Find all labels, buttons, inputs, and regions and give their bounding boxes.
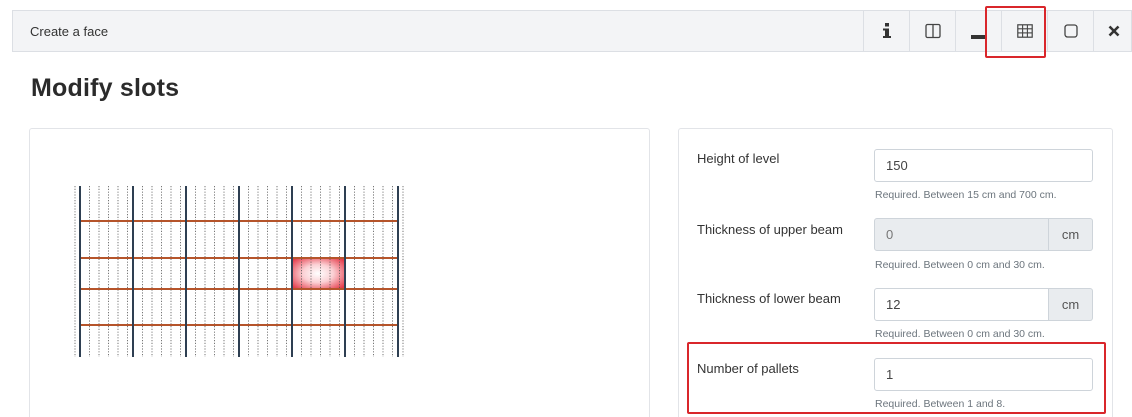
window-header: Create a face bbox=[12, 10, 1132, 52]
window-title: Create a face bbox=[30, 24, 109, 39]
height-of-level-label: Height of level bbox=[697, 151, 780, 166]
lower-beam-input[interactable]: 12 bbox=[874, 288, 1049, 321]
info-icon bbox=[882, 23, 891, 38]
lower-beam-unit: cm bbox=[1049, 288, 1093, 321]
lower-beam-label: Thickness of lower beam bbox=[697, 291, 841, 306]
page-title: Modify slots bbox=[31, 74, 180, 102]
upper-beam-help: Required. Between 0 cm and 30 cm. bbox=[875, 259, 1045, 271]
upper-beam-label: Thickness of upper beam bbox=[697, 222, 843, 237]
info-button[interactable] bbox=[863, 11, 909, 51]
rack-preview-panel bbox=[29, 128, 650, 417]
pallets-input[interactable]: 1 bbox=[874, 358, 1093, 391]
selected-slot[interactable] bbox=[292, 258, 344, 289]
minimize-icon bbox=[970, 35, 987, 39]
pallets-label: Number of pallets bbox=[697, 361, 799, 376]
upper-beam-input[interactable]: 0 bbox=[874, 218, 1049, 251]
rack-diagram[interactable] bbox=[30, 129, 651, 417]
height-of-level-input[interactable]: 150 bbox=[874, 149, 1093, 182]
upper-beam-unit: cm bbox=[1049, 218, 1093, 251]
close-icon bbox=[1108, 25, 1119, 37]
minimize-button[interactable] bbox=[955, 11, 1001, 51]
table-icon bbox=[1016, 24, 1033, 38]
height-of-level-help: Required. Between 15 cm and 700 cm. bbox=[875, 189, 1057, 201]
slot-settings-panel: Height of level 150 Required. Between 15… bbox=[678, 128, 1113, 417]
square-icon bbox=[1063, 24, 1078, 38]
maximize-button[interactable] bbox=[1047, 11, 1093, 51]
lower-beam-help: Required. Between 0 cm and 30 cm. bbox=[875, 328, 1045, 340]
columns-icon bbox=[924, 23, 941, 39]
pallets-help: Required. Between 1 and 8. bbox=[875, 398, 1006, 410]
grid-view-button[interactable] bbox=[1001, 11, 1047, 51]
close-button[interactable] bbox=[1093, 11, 1132, 51]
split-view-button[interactable] bbox=[909, 11, 955, 51]
